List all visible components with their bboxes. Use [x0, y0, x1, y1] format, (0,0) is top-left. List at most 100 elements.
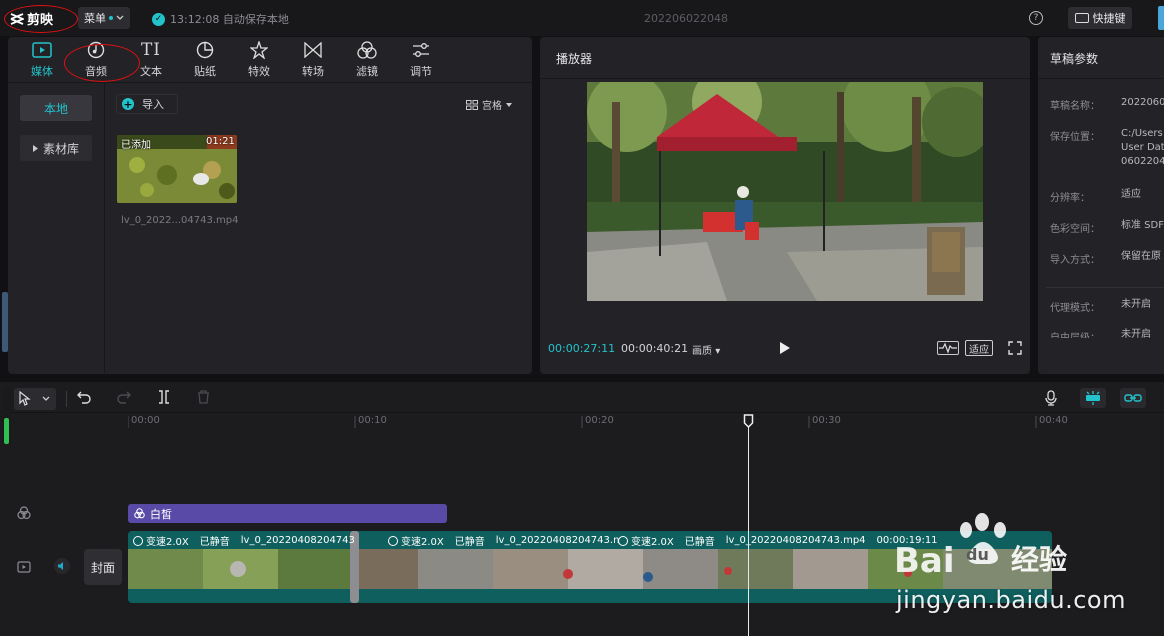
speed-icon — [618, 535, 628, 546]
video-preview[interactable] — [587, 82, 983, 301]
video-frame-image — [587, 82, 983, 301]
shortcut-label: 快捷键 — [1092, 12, 1126, 25]
caret-right-icon — [32, 144, 38, 152]
undo-button[interactable] — [76, 390, 92, 404]
panel-resize-handle[interactable] — [2, 292, 8, 352]
clip-speed: 变速2.0X — [631, 537, 674, 548]
cover-button[interactable]: 封面 — [84, 549, 122, 585]
divider — [104, 83, 105, 373]
audio-level-fill — [4, 418, 9, 444]
clip-mute: 已静音 — [454, 537, 485, 548]
param-value: 标准 SDF — [1121, 220, 1164, 231]
edge-button[interactable] — [1158, 6, 1164, 30]
ruler-tick-label: 00:20 — [585, 415, 614, 426]
divider — [66, 391, 67, 407]
tab-label: 媒体 — [31, 65, 53, 78]
keyboard-icon — [1074, 13, 1089, 23]
annotation-circle — [64, 44, 140, 82]
total-time: 00:00:40:21 — [621, 342, 689, 355]
effects-icon — [250, 40, 268, 60]
play-button[interactable] — [779, 341, 791, 355]
media-panel — [8, 37, 532, 374]
clip-name: lv_0_20220408204743.mp4 — [725, 535, 866, 546]
ruler-tick-label: 00:40 — [1039, 415, 1068, 426]
record-button[interactable] — [1045, 390, 1057, 406]
magnet-icon — [1086, 391, 1100, 405]
divider — [0, 412, 1164, 413]
speed-icon — [133, 535, 143, 546]
tab-adjust[interactable]: 调节 — [397, 39, 445, 79]
text-track-icon — [17, 506, 31, 520]
nav-local[interactable]: 本地 — [20, 95, 92, 121]
shortcut-button[interactable]: 快捷键 — [1068, 7, 1132, 29]
svg-text:Bai: Bai — [894, 541, 955, 581]
param-label: 保存位置： — [1050, 132, 1100, 143]
quality-label: 画质 — [692, 346, 712, 357]
params-panel — [1038, 37, 1164, 374]
tab-filter[interactable]: 滤镜 — [343, 39, 391, 79]
text-icon: TI — [140, 40, 162, 60]
help-icon[interactable]: ? — [1029, 11, 1043, 25]
link-icon — [1124, 394, 1142, 402]
trash-icon — [198, 390, 209, 404]
nav-library[interactable]: 素材库 — [20, 135, 92, 161]
chevron-down-icon — [42, 396, 50, 401]
param-label: 导入方式： — [1050, 255, 1100, 266]
waveform-button[interactable] — [937, 341, 959, 355]
sticker-icon — [196, 40, 214, 60]
divider — [1046, 287, 1164, 288]
clip-mute: 已静音 — [684, 537, 715, 548]
tab-transition[interactable]: 转场 — [289, 39, 337, 79]
param-label: 分辨率： — [1050, 193, 1090, 204]
speed-icon — [388, 535, 398, 546]
time-ruler[interactable] — [128, 414, 1164, 430]
cursor-icon — [19, 391, 31, 406]
caret-down-icon: ▾ — [715, 346, 721, 357]
tab-effects[interactable]: 特效 — [235, 39, 283, 79]
tab-media[interactable]: 媒体 — [18, 39, 66, 79]
split-icon — [159, 390, 169, 404]
param-value: 0602204 — [1121, 156, 1164, 167]
redo-icon — [117, 391, 131, 404]
split-button[interactable] — [157, 390, 171, 404]
thumbnail-duration: 01:21 — [206, 136, 235, 147]
tab-label: 贴纸 — [194, 65, 216, 78]
link-button[interactable] — [1120, 388, 1146, 408]
import-button[interactable]: + 导入 — [116, 94, 178, 114]
filter-icon — [357, 40, 377, 60]
tab-label: 滤镜 — [356, 65, 378, 78]
filter-icon — [134, 508, 145, 519]
watermark-url: jingyan.baidu.com — [896, 586, 1126, 614]
divider — [1038, 78, 1164, 79]
view-toggle[interactable]: 宫格 — [466, 97, 512, 112]
play-icon — [780, 342, 790, 354]
param-value: User Dat — [1121, 142, 1164, 153]
mute-track-button[interactable] — [54, 558, 70, 574]
divider — [540, 78, 1030, 79]
param-value: C:/Users — [1121, 128, 1163, 139]
main-track-magnet-button[interactable] — [1080, 388, 1106, 408]
transition-icon — [304, 40, 322, 60]
playhead-handle[interactable] — [743, 414, 754, 428]
clip-label-group: 变速2.0X 已静音 lv_0_20220408204743 — [133, 533, 355, 548]
undo-icon — [77, 391, 91, 404]
tab-sticker[interactable]: 贴纸 — [181, 39, 229, 79]
speaker-muted-icon — [58, 562, 63, 570]
tab-label: 调节 — [410, 65, 432, 78]
view-label: 宫格 — [482, 101, 502, 112]
clip-label-group: 变速2.0X 已静音 lv_0_20220408204743.n — [388, 533, 619, 548]
caret-down-icon — [506, 102, 512, 107]
fullscreen-button[interactable] — [1008, 341, 1022, 355]
baidu-paw-logo: Bai du — [890, 510, 1010, 590]
params-title: 草稿参数 — [1050, 52, 1099, 66]
redo-button[interactable] — [116, 390, 132, 404]
fit-button[interactable]: 适应 — [965, 340, 993, 356]
filter-clip[interactable]: 白皙 — [128, 504, 447, 523]
quality-dropdown[interactable]: 画质 ▾ — [692, 342, 720, 357]
delete-button[interactable] — [197, 390, 210, 404]
tab-label: 特效 — [248, 65, 270, 78]
clip-mute: 已静音 — [199, 537, 230, 548]
microphone-icon — [1045, 390, 1057, 406]
select-tool-button[interactable] — [14, 388, 56, 410]
grid-icon — [466, 99, 478, 110]
